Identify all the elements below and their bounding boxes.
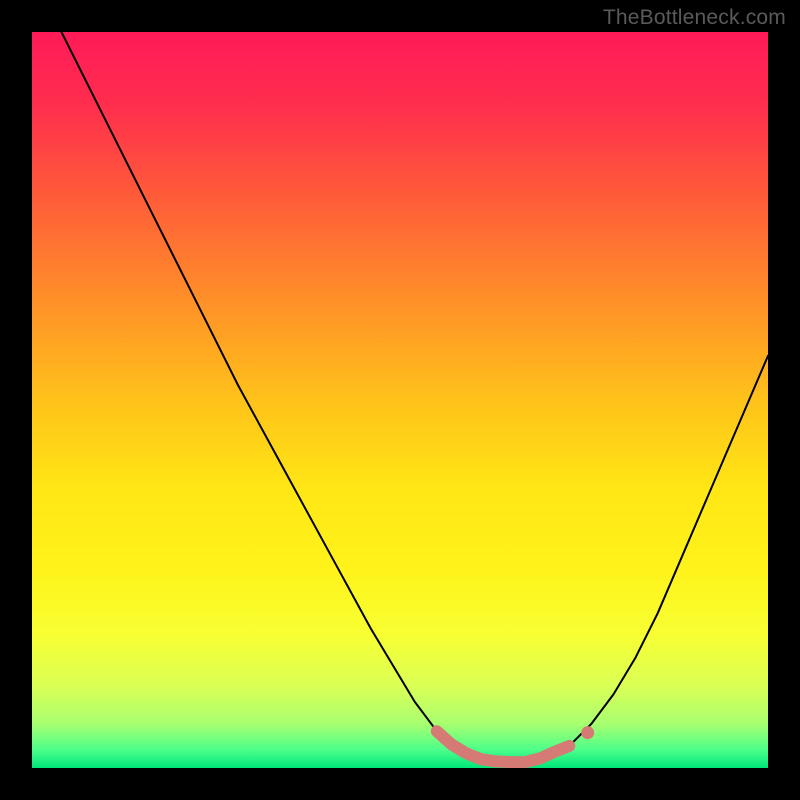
gradient-background <box>32 32 768 768</box>
chart-svg <box>32 32 768 768</box>
watermark-text: TheBottleneck.com <box>603 6 786 30</box>
plot-area <box>32 32 768 768</box>
highlight-end-dot <box>581 726 594 739</box>
chart-container: TheBottleneck.com <box>0 0 800 800</box>
